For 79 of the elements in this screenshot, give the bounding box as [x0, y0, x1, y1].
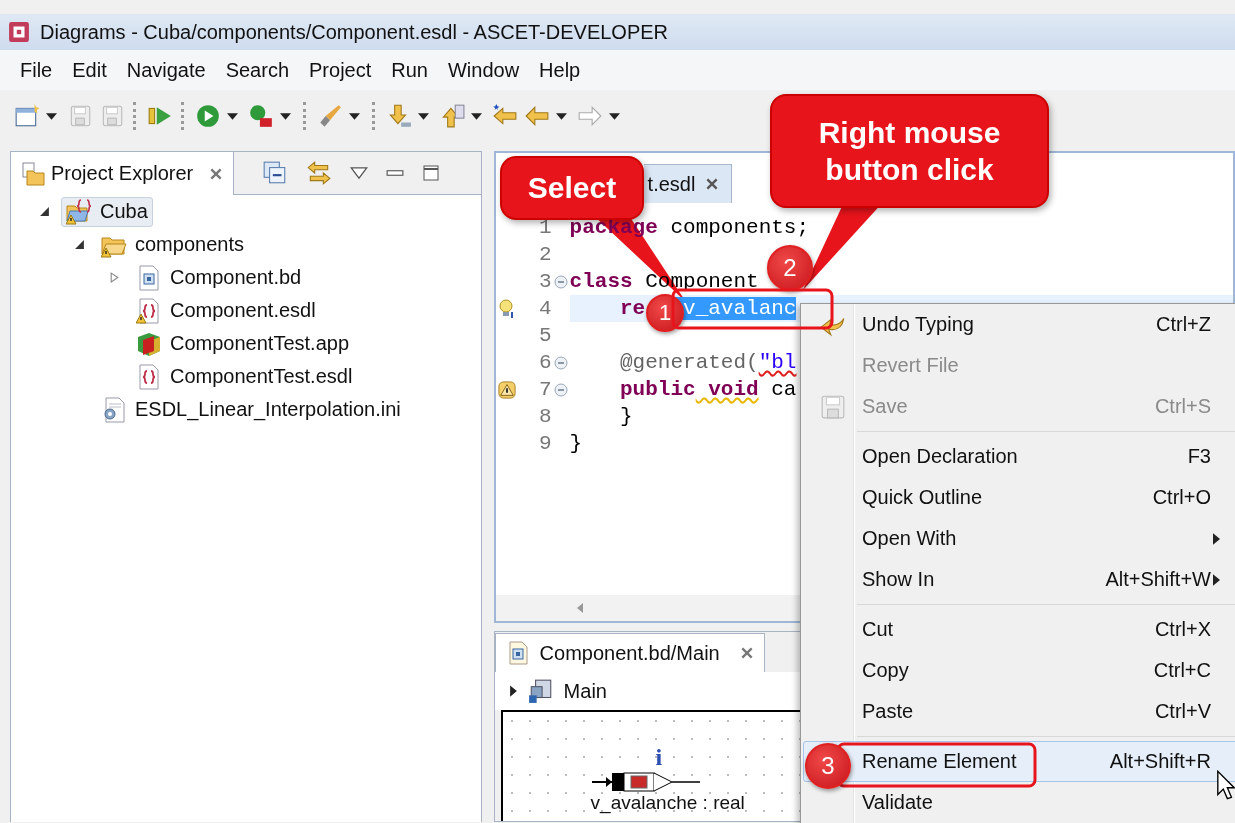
- caret-icon[interactable]: [227, 112, 238, 120]
- line-number: 3: [538, 270, 552, 293]
- code-line: public void ca: [619, 378, 797, 401]
- code-line: }: [569, 432, 583, 455]
- breadcrumb-item[interactable]: Main: [563, 679, 607, 703]
- caret-icon[interactable]: [349, 112, 360, 120]
- menu-item[interactable]: Navigate: [116, 58, 216, 82]
- menu-item[interactable]: File: [10, 58, 63, 82]
- diagram-tab[interactable]: Component.bd/Main: [494, 633, 765, 672]
- menu-item[interactable]: Open Declaration F3: [803, 436, 1235, 477]
- expanded-arrow-icon[interactable]: [39, 206, 50, 217]
- line-number: 9: [538, 432, 552, 455]
- caret-icon[interactable]: [280, 112, 291, 120]
- folder-icon: [21, 161, 45, 186]
- close-icon[interactable]: [705, 177, 720, 191]
- code-line: }: [619, 405, 633, 428]
- fold-icon[interactable]: [553, 382, 568, 397]
- project-explorer-tab[interactable]: Project Explorer: [11, 152, 235, 195]
- expand-arrow-icon[interactable]: [508, 684, 518, 698]
- tree-item[interactable]: ESDL_Linear_Interpolation.ini: [96, 394, 406, 425]
- caret-icon[interactable]: [471, 112, 482, 120]
- line-number: 4: [538, 297, 552, 320]
- menu-item[interactable]: Quick Outline Ctrl+O: [803, 477, 1235, 518]
- menu-item[interactable]: Project: [299, 58, 382, 82]
- caret-icon[interactable]: [46, 112, 57, 120]
- menu-item[interactable]: Help: [529, 58, 591, 82]
- fold-icon[interactable]: [553, 355, 568, 370]
- export-icon[interactable]: [439, 103, 465, 129]
- caret-icon[interactable]: [609, 112, 620, 120]
- link-arrows-icon[interactable]: [306, 160, 333, 186]
- tree-item[interactable]: Component.bd: [131, 262, 307, 293]
- code-line: @generated("bl: [619, 351, 797, 374]
- caret-icon[interactable]: [556, 112, 567, 120]
- maximize-icon[interactable]: [422, 165, 441, 181]
- run-icon[interactable]: [195, 103, 221, 129]
- line-number: 5: [538, 324, 552, 347]
- line-number: 2: [538, 243, 552, 266]
- brush-icon[interactable]: [317, 103, 343, 129]
- line-number: 8: [538, 405, 552, 428]
- callout: Select: [500, 156, 644, 220]
- warning-icon[interactable]: [497, 379, 516, 400]
- view-menu-icon[interactable]: [350, 165, 369, 181]
- tree-item[interactable]: ComponentTest.app: [131, 328, 354, 359]
- tree-item[interactable]: Component.esdl: [131, 295, 321, 326]
- menu-item[interactable]: Edit: [62, 58, 117, 82]
- menu-item[interactable]: Copy Ctrl+C: [803, 650, 1235, 691]
- scroll-left-icon[interactable]: [575, 602, 584, 614]
- collapsed-arrow-icon[interactable]: [109, 272, 120, 283]
- fold-icon[interactable]: [553, 274, 568, 289]
- module-icon: [527, 678, 554, 704]
- tree-item[interactable]: Cuba: [61, 196, 153, 227]
- menu-item[interactable]: Paste Ctrl+V: [803, 691, 1235, 732]
- menu-item[interactable]: Open With: [803, 518, 1235, 559]
- mouse-cursor-icon: [1216, 770, 1235, 800]
- tree-item[interactable]: components: [96, 229, 249, 260]
- menu-item[interactable]: Cut Ctrl+X: [803, 609, 1235, 650]
- element-label: v_avalanche : real: [590, 792, 745, 814]
- run-config-icon[interactable]: [248, 103, 274, 129]
- editor-tab[interactable]: t.esdl: [643, 164, 733, 203]
- tab-label: Project Explorer: [51, 162, 194, 185]
- tree-item[interactable]: ComponentTest.esdl: [131, 361, 358, 392]
- import-icon[interactable]: [386, 103, 412, 129]
- menu-item[interactable]: Search: [215, 58, 299, 82]
- new-window-icon[interactable]: [14, 103, 40, 129]
- lightbulb-icon[interactable]: [497, 298, 516, 319]
- close-icon[interactable]: [739, 646, 754, 660]
- window-title: Diagrams - Cuba/components/Component.esdl - ASCET-DEVELOPER: [40, 20, 669, 44]
- menu-item[interactable]: Undo Typing Ctrl+Z: [803, 304, 1235, 345]
- line-number: 7: [538, 378, 552, 401]
- app-icon: [8, 21, 30, 43]
- menu-item[interactable]: Window: [437, 58, 530, 82]
- caret-icon[interactable]: [418, 112, 429, 120]
- save-icon: [820, 393, 846, 420]
- expanded-arrow-icon[interactable]: [74, 239, 85, 250]
- element-marker: i: [655, 744, 663, 771]
- line-number: 6: [538, 351, 552, 374]
- menu-item[interactable]: Show In Alt+Shift+W: [803, 559, 1235, 600]
- menu-item[interactable]: Run: [381, 58, 438, 82]
- close-icon[interactable]: [209, 166, 224, 181]
